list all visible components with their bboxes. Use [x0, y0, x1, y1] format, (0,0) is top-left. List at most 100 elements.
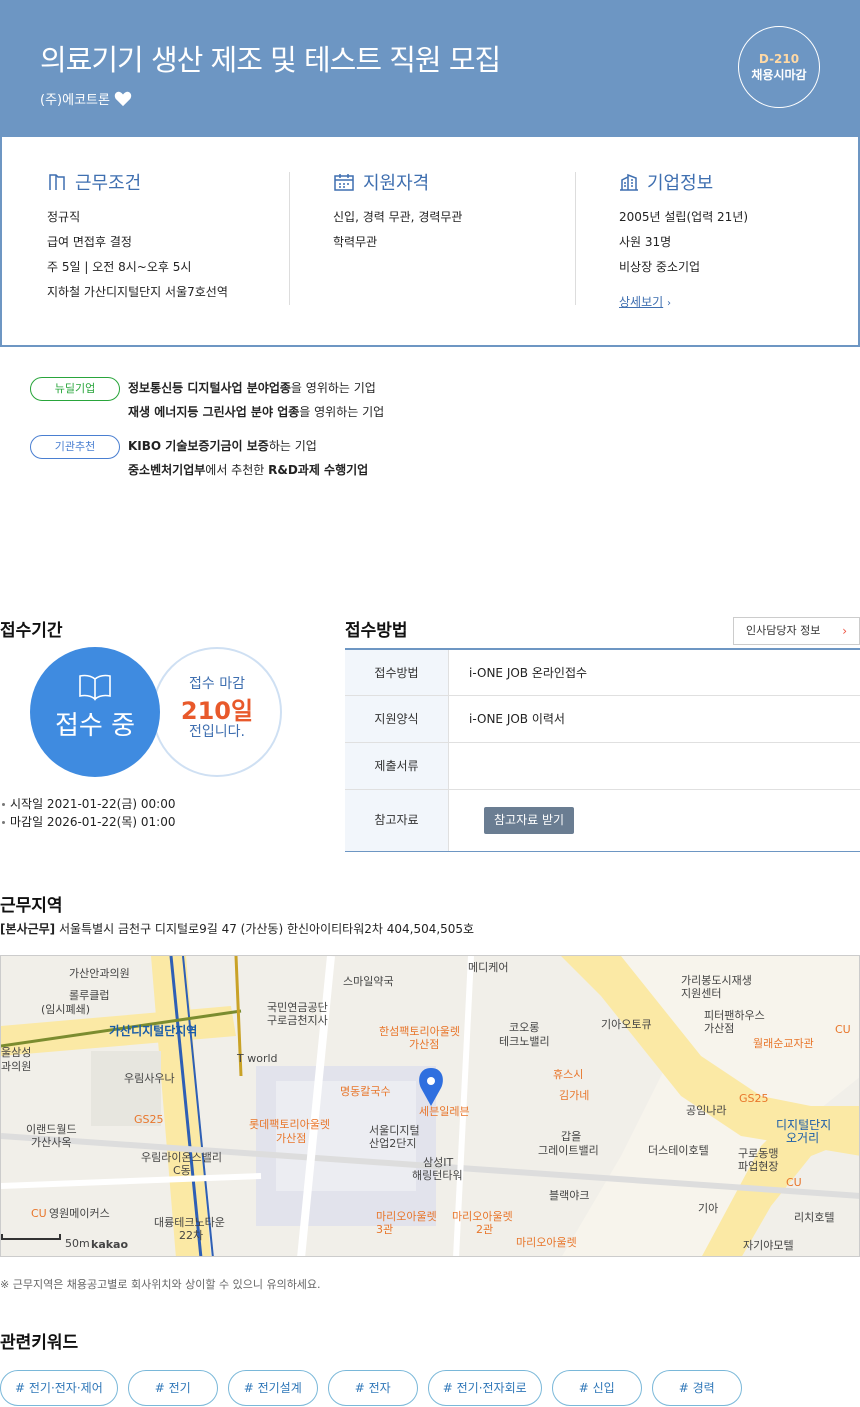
svg-text:가산점: 가산점	[409, 1038, 439, 1051]
condition-item: 정규직	[47, 210, 81, 224]
row-label: 접수방법	[345, 650, 449, 695]
company-info-item: 2005년 설립(업력 21년)	[619, 210, 749, 224]
svg-text:가산점: 가산점	[704, 1022, 734, 1035]
svg-text:해링턴타워: 해링턴타워	[412, 1168, 463, 1182]
company-detail-link[interactable]: 상세보기	[619, 295, 663, 309]
svg-text:22차: 22차	[179, 1229, 203, 1242]
svg-text:세븐일레븐: 세븐일레븐	[419, 1104, 470, 1118]
svg-text:디지털단지: 디지털단지	[776, 1118, 831, 1132]
tag-bold-text: 정보통신등 디지털사업 분야업종	[128, 381, 291, 395]
svg-text:코오롱: 코오롱	[509, 1021, 539, 1034]
svg-text:월래순교자관: 월래순교자관	[753, 1037, 814, 1050]
period-title: 접수기간	[0, 621, 63, 641]
row-value: i-ONE JOB 온라인접수	[469, 666, 588, 680]
application-table: 접수방법 i-ONE JOB 온라인접수 지원양식 i-ONE JOB 이력서 제출…	[345, 648, 860, 852]
hr-contact-button[interactable]: › 인사담당자 정보	[733, 617, 860, 645]
keyword-chip[interactable]: # 전기	[127, 1370, 218, 1406]
company-name[interactable]: (주)에코트론	[40, 89, 132, 108]
svg-text:가산사옥: 가산사옥	[31, 1136, 71, 1149]
keyword-chip[interactable]: # 전기·전자·제어	[0, 1370, 118, 1406]
qualification-title: 지원자격	[363, 173, 430, 194]
table-row: 지원양식 i-ONE JOB 이력서	[345, 696, 860, 743]
svg-text:영원메이커스: 영원메이커스	[49, 1207, 110, 1220]
keyword-chip[interactable]: # 경력	[651, 1370, 742, 1406]
tag-bold-text: 재생 에너지등 그린사업 분야 업종	[128, 405, 300, 419]
condition-item: 급여 면접후 결정	[47, 235, 132, 249]
svg-text:명동칼국수: 명동칼국수	[340, 1085, 391, 1098]
keyword-chip[interactable]: # 전기·전자회로	[427, 1370, 542, 1406]
tag-row: 기관추천 KIBO 기술보증기금이 보증하는 기업 중소벤처기업부에서 추천한 …	[30, 434, 384, 482]
svg-text:구로동맹: 구로동맹	[738, 1147, 778, 1160]
row-value: i-ONE JOB 이력서	[469, 712, 565, 726]
company-label[interactable]: (주)에코트론	[40, 89, 110, 108]
row-value: 참고자료 받기	[449, 790, 860, 851]
svg-text:더스테이호텔: 더스테이호텔	[648, 1144, 709, 1157]
heart-icon[interactable]	[114, 91, 132, 107]
conditions-heading: 근무조건	[47, 169, 228, 195]
job-header: 의료기기 생산 제조 및 테스트 직원 모집 (주)에코트론 D-210 채용시…	[0, 0, 860, 137]
start-date: 시작일 2021-01-22(금) 00:00	[0, 795, 175, 813]
conditions-title: 근무조건	[75, 173, 142, 194]
keyword-chip[interactable]: # 전기설계	[227, 1370, 318, 1406]
dday-badge: D-210 채용시마감	[738, 26, 820, 108]
svg-text:기아: 기아	[698, 1202, 718, 1215]
reference-download-button[interactable]: 참고자료 받기	[484, 807, 575, 834]
condition-item: 지하철 가산디지털단지 서울7호선역	[47, 285, 228, 299]
company-info-item: 사원 31명	[619, 235, 672, 249]
svg-text:파업현장: 파업현장	[738, 1160, 778, 1173]
svg-text:가산디지털단지역: 가산디지털단지역	[109, 1023, 197, 1038]
svg-text:CU: CU	[835, 1023, 851, 1036]
svg-text:C동: C동	[173, 1164, 191, 1177]
company-info-title: 기업정보	[647, 173, 714, 194]
svg-text:한섬팩토리아울렛: 한섬팩토리아울렛	[379, 1025, 460, 1038]
svg-text:마리오아울렛: 마리오아울렛	[516, 1236, 577, 1249]
keyword-chip[interactable]: # 전자	[327, 1370, 418, 1406]
company-info-heading: 기업정보	[619, 169, 748, 195]
remaining-circle: 접수 마감 210일 전입니다.	[152, 647, 282, 777]
svg-text:그레이트밸리: 그레이트밸리	[538, 1144, 599, 1157]
row-value	[449, 743, 860, 789]
svg-text:구로금천지사: 구로금천지사	[267, 1013, 328, 1027]
svg-text:휴스시: 휴스시	[553, 1068, 583, 1081]
qualification-item: 학력무관	[333, 235, 378, 249]
end-date: 마감일 2026-01-22(목) 01:00	[0, 813, 175, 831]
book-icon	[79, 674, 111, 701]
svg-text:김가네: 김가네	[559, 1089, 589, 1102]
summary-panel: 근무조건 정규직 급여 면접후 결정 주 5일 | 오전 8시~오후 5시 지하…	[0, 137, 860, 347]
tag-bold-text: R&D과제 수행기업	[268, 463, 369, 477]
svg-text:우림라이온스밸리: 우림라이온스밸리	[141, 1151, 222, 1164]
building-icon	[49, 174, 65, 190]
tag-row: 뉴딜기업 정보통신등 디지털사업 분야업종을 영위하는 기업 재생 에너지등 그…	[30, 376, 384, 424]
svg-text:3관: 3관	[376, 1223, 393, 1236]
svg-text:국민연금공단: 국민연금공단	[267, 1001, 328, 1014]
remain-suffix: 전입니다.	[189, 724, 245, 740]
keyword-chip[interactable]: # 신입	[551, 1370, 642, 1406]
row-label: 제출서류	[345, 743, 449, 789]
company-info-item: 비상장 중소기업	[619, 260, 701, 274]
calendar-icon	[334, 174, 354, 191]
qualification-heading: 지원자격	[333, 169, 462, 195]
divider	[289, 172, 290, 305]
svg-text:마리오아울렛: 마리오아울렛	[376, 1210, 437, 1223]
table-row: 접수방법 i-ONE JOB 온라인접수	[345, 650, 860, 696]
svg-text:메디케어: 메디케어	[468, 961, 508, 974]
svg-text:공임나라: 공임나라	[686, 1104, 726, 1117]
location-map[interactable]: 가산안과의원 롤루클럽 (임시폐쇄) 가산디지털단지역 울삼성 과의원 우림사우…	[0, 955, 860, 1257]
work-address: [본사근무] 서울특별시 금천구 디지털로9길 47 (가산동) 한신아이티타워…	[0, 920, 474, 937]
svg-text:롤루클럽: 롤루클럽	[69, 988, 109, 1002]
tag-description: KIBO 기술보증기금이 보증하는 기업 중소벤처기업부에서 추천한 R&D과제…	[128, 434, 368, 482]
svg-text:서울디지털: 서울디지털	[369, 1124, 420, 1137]
row-label: 지원양식	[345, 696, 449, 742]
tag-bold-text: 중소벤처기업부	[128, 463, 206, 477]
company-info-column: 기업정보 2005년 설립(업력 21년) 사원 31명 비상장 중소기업 상세…	[619, 169, 748, 316]
office-icon	[620, 173, 638, 191]
map-canvas[interactable]: 가산안과의원 롤루클럽 (임시폐쇄) 가산디지털단지역 울삼성 과의원 우림사우…	[1, 956, 860, 1257]
period-dates: 시작일 2021-01-22(금) 00:00 마감일 2026-01-22(목…	[0, 795, 175, 831]
svg-text:T world: T world	[236, 1052, 278, 1065]
qualification-item: 신입, 경력 무관, 경력무관	[333, 210, 463, 224]
svg-text:GS25: GS25	[134, 1113, 164, 1126]
map-scale: 50m	[65, 1237, 90, 1250]
svg-text:자기야모텔: 자기야모텔	[743, 1239, 794, 1252]
tag-text: 을 영위하는 기업	[290, 381, 376, 395]
svg-text:과의원: 과의원	[1, 1060, 31, 1073]
